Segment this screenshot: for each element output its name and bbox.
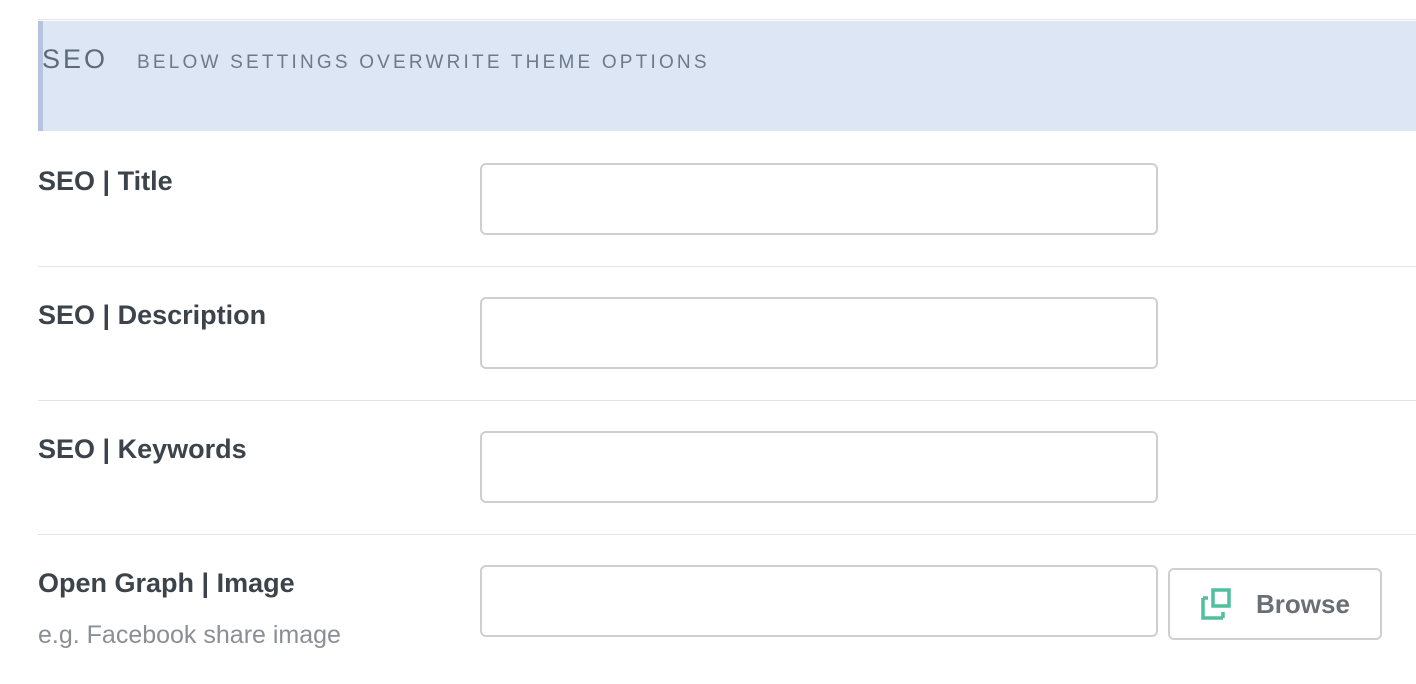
seo-title-label: SEO | Title xyxy=(38,166,173,196)
seo-title-row: SEO | Title xyxy=(38,133,1416,267)
seo-description-row: SEO | Description xyxy=(38,267,1416,401)
seo-title-input[interactable] xyxy=(480,163,1158,235)
seo-keywords-row: SEO | Keywords xyxy=(38,401,1416,535)
og-image-input[interactable] xyxy=(480,565,1158,637)
browse-button[interactable]: Browse xyxy=(1168,568,1382,640)
browse-button-label: Browse xyxy=(1256,588,1350,619)
section-title: SEO xyxy=(42,44,109,74)
seo-keywords-input[interactable] xyxy=(480,431,1158,503)
section-header xyxy=(38,21,1416,131)
og-image-row: Open Graph | Image e.g. Facebook share i… xyxy=(38,535,1416,684)
section-subtitle: BELOW SETTINGS OVERWRITE THEME OPTIONS xyxy=(137,52,710,73)
top-divider xyxy=(38,19,1416,20)
seo-description-label: SEO | Description xyxy=(38,300,267,330)
seo-keywords-label: SEO | Keywords xyxy=(38,434,247,464)
seo-description-input[interactable] xyxy=(480,297,1158,369)
og-image-hint: e.g. Facebook share image xyxy=(38,621,341,649)
media-browse-icon xyxy=(1201,588,1231,620)
og-image-label: Open Graph | Image xyxy=(38,568,295,598)
